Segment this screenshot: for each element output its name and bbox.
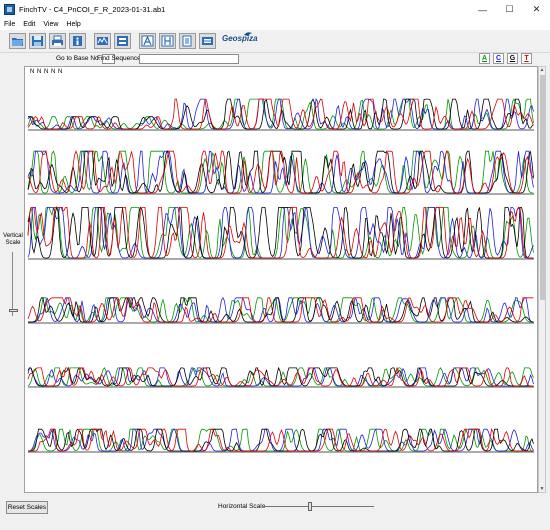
goto-label: Go to Base No. [56, 55, 101, 62]
vertical-scale-track[interactable] [12, 252, 13, 316]
info-icon [73, 36, 82, 46]
fit-a-button[interactable] [139, 33, 156, 49]
copy-icon [182, 35, 192, 47]
fit-a-icon [141, 35, 154, 47]
toolbar: Geospiza [0, 30, 550, 53]
menu-file[interactable]: File [0, 21, 19, 28]
save-icon [32, 36, 43, 46]
window-title: FinchTV - C4_PnCOI_F_R_2023-01-31.ab1 [19, 5, 166, 14]
minimize-button[interactable]: — [469, 0, 496, 19]
app-icon [4, 4, 15, 15]
copy-button[interactable] [179, 33, 196, 49]
horizontal-scale-slider[interactable] [308, 502, 312, 511]
close-button[interactable]: ✕ [523, 0, 550, 19]
scroll-down-arrow[interactable]: ▼ [539, 486, 545, 492]
vertical-scale-label: Vertical Scale [2, 233, 24, 247]
fit-h-button[interactable] [159, 33, 176, 49]
vertical-scale-line1: Vertical [3, 233, 23, 239]
chromatogram-panel[interactable]: N N N N N [24, 66, 538, 493]
chromatogram-button[interactable] [114, 33, 131, 49]
find-sequence-input[interactable] [139, 54, 239, 64]
save-button[interactable] [29, 33, 46, 49]
fit-h-icon [161, 35, 174, 47]
menu-view[interactable]: View [39, 21, 62, 28]
horizontal-scale-label: Horizontal Scale [218, 503, 266, 510]
maximize-button[interactable]: ☐ [496, 0, 523, 19]
bird-icon [244, 32, 252, 36]
chromatogram-traces [27, 97, 534, 453]
base-toggle-c[interactable]: C [493, 53, 504, 64]
reset-scales-button[interactable]: Reset Scales [6, 501, 48, 514]
base-toggles: A C G T [479, 53, 536, 65]
bottom-bar: Reset Scales Horizontal Scale [0, 495, 550, 530]
sequence-view-button[interactable] [94, 33, 111, 49]
scrollbar-thumb[interactable] [540, 75, 545, 300]
base-toggle-t[interactable]: T [521, 53, 532, 64]
vertical-scale-line2: Scale [5, 240, 21, 246]
info-button[interactable] [69, 33, 86, 49]
menu-edit[interactable]: Edit [19, 21, 39, 28]
print-icon [52, 35, 63, 46]
print-button[interactable] [49, 33, 66, 49]
export-button[interactable] [199, 33, 216, 49]
export-icon [202, 37, 213, 45]
sequence-view-icon [97, 36, 108, 45]
vertical-scale-slider[interactable] [9, 309, 18, 312]
find-label: Find Sequence [97, 55, 141, 62]
open-button[interactable] [9, 33, 26, 49]
vertical-scrollbar[interactable]: ▲ ▼ [538, 66, 546, 493]
base-toggle-a[interactable]: A [479, 53, 490, 64]
chromatogram-icon [117, 36, 128, 46]
navigation-row: Go to Base No. Find Sequence [0, 53, 550, 66]
horizontal-scale-track[interactable] [262, 506, 374, 507]
title-bar: FinchTV - C4_PnCOI_F_R_2023-01-31.ab1 — … [0, 0, 550, 19]
menu-bar: File Edit View Help [0, 19, 550, 30]
scroll-up-arrow[interactable]: ▲ [539, 67, 545, 73]
open-icon [12, 38, 23, 46]
menu-help[interactable]: Help [62, 21, 84, 28]
base-toggle-g[interactable]: G [507, 53, 518, 64]
